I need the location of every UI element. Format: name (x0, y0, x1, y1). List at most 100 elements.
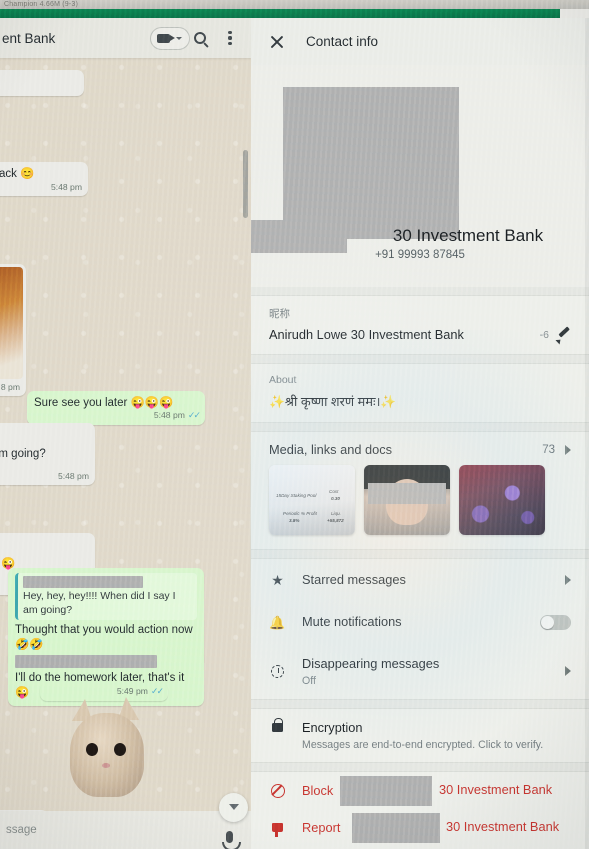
block-contact-button[interactable]: Block 30 Investment Bank (251, 772, 589, 809)
media-thumbnail-portrait[interactable] (364, 465, 450, 535)
message-time: 8 pm (0, 381, 20, 392)
app-accent-bar (0, 9, 589, 18)
message-time: 5:49 pm✓✓ (116, 686, 164, 697)
thumb-value-cost: 0.30 (331, 496, 340, 501)
page-title: Contact info (306, 34, 379, 49)
about-section[interactable]: About ✨श्री कृष्णा शरणं ममः।✨ (251, 363, 589, 423)
message-time: 5:48 pm (57, 470, 89, 481)
message-time: 5:48 pm ✓✓ (153, 410, 201, 421)
divider (251, 550, 589, 558)
sidebar-item-disappearing-messages[interactable]: Disappearing messages Off (251, 643, 589, 699)
nickname-char-count: -6 (539, 328, 549, 341)
redaction-bar (340, 776, 432, 806)
profile-hero: 30 Investment Bank +91 99993 87845 (251, 65, 589, 287)
redaction-bar (352, 813, 440, 843)
thumb-label-profit: Periodic % Profit (283, 511, 317, 516)
bezel-top-text: Champion 4.66M (9-3) (0, 0, 589, 9)
redaction-bar (283, 87, 459, 239)
message-text: and get back 😊 (0, 168, 35, 180)
panel-header: Contact info (251, 18, 589, 65)
danger-actions: Block 30 Investment Bank Report 30 Inves… (251, 771, 589, 849)
list-item[interactable]: id I say I am going? 5:48 pm (0, 423, 95, 485)
divider (251, 423, 589, 431)
quoted-message[interactable]: Hey, hey, hey!!!! When did I say I am go… (15, 573, 197, 621)
microphone-icon[interactable] (222, 831, 241, 849)
message-input[interactable]: ssage (0, 811, 251, 849)
message-input-placeholder: ssage (6, 824, 37, 836)
media-count: 73 (542, 443, 555, 456)
item-label: Disappearing messages (302, 656, 440, 671)
media-thumbnail-party[interactable] (459, 465, 545, 535)
message-time: 5:48 pm (50, 181, 82, 192)
list-item[interactable]: 8 pm (0, 264, 26, 396)
search-icon (194, 32, 206, 44)
settings-list: ★ Starred messages 🔔 Mute notifications … (251, 558, 589, 700)
chat-menu-button[interactable] (215, 23, 245, 53)
thumb-value-profit: 3.8% (289, 518, 300, 523)
contact-info-panel: Contact info 30 Investment Bank +91 9999… (251, 18, 589, 849)
item-label: Mute notifications (302, 614, 402, 629)
redaction-bar (23, 576, 143, 588)
read-receipt-icon: ✓✓ (187, 410, 201, 421)
about-value: ✨श्री कृष्णा शरणं ममः।✨ (269, 394, 397, 409)
chevron-right-icon[interactable] (565, 444, 571, 455)
item-label: Report (302, 820, 341, 835)
thumb-label-cost: Cost (329, 489, 339, 494)
chat-search-button[interactable] (185, 23, 215, 53)
list-item[interactable]: 5:49 pm ✓✓ (40, 683, 168, 797)
divider (251, 763, 589, 771)
message-list: tasks and get back 😊 5:48 pm 8 pm Sure s… (0, 58, 251, 849)
screen-photo: Champion 4.66M (9-3) ent Bank tasks (0, 0, 589, 849)
thumb-label-liq: Liqu. (331, 511, 341, 516)
video-call-button[interactable] (150, 23, 190, 53)
kebab-menu-icon (228, 30, 232, 46)
media-thumbnail-trading[interactable]: 15Day Staking Pool Cost 0.30 Periodic % … (269, 465, 355, 535)
contact-phone: +91 99993 87845 (375, 249, 465, 261)
photo-attachment[interactable] (0, 267, 23, 379)
chat-pane: ent Bank tasks and get back 😊 5:48 pm (0, 18, 251, 849)
quoted-text: Hey, hey, hey!!!! When did I say I am go… (23, 590, 176, 616)
chat-header: ent Bank (0, 18, 251, 58)
divider (251, 355, 589, 363)
nickname-section[interactable]: 昵称 Anirudh Lowe 30 Investment Bank -6 (251, 295, 589, 355)
list-item[interactable]: tasks (0, 70, 84, 96)
read-receipt-icon: ✓✓ (150, 686, 164, 697)
message-text: id I say I am going? (0, 448, 46, 460)
sidebar-item-starred-messages[interactable]: ★ Starred messages (251, 559, 589, 601)
encryption-section[interactable]: Encryption Messages are end-to-end encry… (251, 708, 589, 763)
item-label: Encryption (302, 720, 363, 735)
bell-icon: 🔔 (269, 614, 286, 630)
panel-scrollbar[interactable] (585, 18, 589, 849)
about-label: About (269, 374, 297, 386)
mute-toggle[interactable] (540, 614, 571, 630)
redaction-bar (15, 655, 157, 668)
scroll-to-bottom-button[interactable] (219, 793, 248, 822)
contact-name: 30 Investment Bank (392, 226, 544, 245)
close-icon[interactable] (269, 34, 284, 49)
block-icon (269, 783, 286, 798)
message-text: Sure see you later 😜😜😜 (34, 397, 174, 409)
sidebar-item-mute-notifications[interactable]: 🔔 Mute notifications (251, 601, 589, 643)
item-label: Starred messages (302, 572, 406, 587)
video-call-pill[interactable] (150, 26, 190, 50)
list-item[interactable]: Sure see you later 😜😜😜 5:48 pm ✓✓ (27, 391, 205, 425)
chat-scrollbar[interactable] (243, 150, 248, 218)
chevron-right-icon[interactable] (565, 666, 571, 676)
list-item[interactable]: and get back 😊 5:48 pm (0, 162, 88, 196)
item-label: Block (302, 783, 334, 798)
thumb-label-1: 15Day Staking Pool (276, 493, 317, 498)
pencil-icon[interactable] (557, 328, 571, 342)
timer-icon (269, 664, 286, 678)
media-section[interactable]: Media, links and docs 73 15Day Staking P… (251, 431, 589, 550)
item-sublabel: Off (302, 675, 316, 687)
media-label: Media, links and docs (269, 442, 393, 457)
nickname-value: Anirudh Lowe 30 Investment Bank (269, 327, 464, 342)
message-text: Thought that you would action now 🤣🤣 (15, 624, 193, 652)
report-contact-name: 30 Investment Bank (446, 819, 560, 834)
divider (251, 287, 589, 295)
sidebar-item-encryption[interactable]: Encryption Messages are end-to-end encry… (251, 709, 589, 762)
item-sublabel: Messages are end-to-end encrypted. Click… (302, 739, 544, 751)
chevron-right-icon[interactable] (565, 575, 571, 585)
report-contact-button[interactable]: Report 30 Investment Bank (251, 809, 589, 846)
divider (251, 700, 589, 708)
